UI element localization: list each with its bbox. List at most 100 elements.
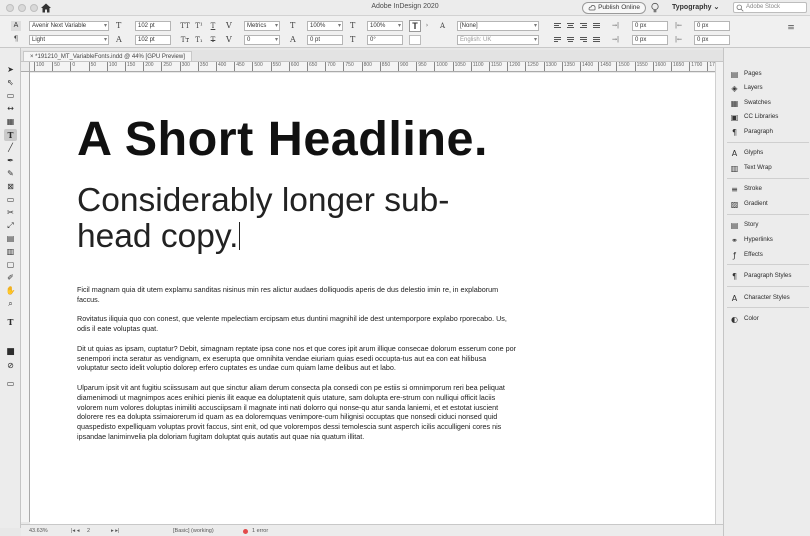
scissors-tool-icon[interactable]: ✂	[4, 207, 17, 219]
publish-online-button[interactable]: Publish Online	[582, 2, 646, 14]
free-transform-tool-icon[interactable]: ⤢	[4, 220, 17, 232]
paragraph-mode-button[interactable]: ¶	[11, 34, 21, 44]
error-count[interactable]: 1 error	[252, 528, 268, 534]
panel-item-stroke[interactable]: ≡ Stroke	[730, 183, 810, 195]
first-line-indent-value: 0 px	[635, 37, 647, 43]
ruler-tick: 150	[125, 62, 135, 71]
tracking-field[interactable]: 0 ▾	[244, 35, 280, 45]
page-tool-icon[interactable]: ▭	[4, 90, 17, 102]
panel-item-hyperlinks[interactable]: ⚭ Hyperlinks	[730, 234, 810, 246]
panel-item-color[interactable]: ◐ Color	[730, 313, 810, 325]
underline-button[interactable]: T	[208, 21, 218, 31]
zoom-tool-icon[interactable]: ⌕	[4, 298, 17, 310]
note-tool-icon[interactable]: ▢	[4, 259, 17, 271]
control-panel-menu-icon[interactable]: ≡	[786, 23, 796, 33]
gradient-swatch-tool-icon[interactable]: ▤	[4, 233, 17, 245]
align-center-icon[interactable]	[566, 22, 575, 31]
first-page-button[interactable]: |◂ ◂	[71, 528, 79, 534]
gap-tool-icon[interactable]: ↔	[4, 103, 17, 115]
pencil-tool-icon[interactable]: ✎	[4, 168, 17, 180]
zoom-level[interactable]: 43.63%	[29, 528, 48, 534]
screen-mode-icon[interactable]: ▭	[4, 378, 17, 390]
vertical-scrollbar[interactable]	[715, 62, 723, 524]
character-style-select[interactable]: [None] ▾	[457, 21, 539, 31]
align-left-icon[interactable]	[553, 22, 562, 31]
subhead-text[interactable]: Considerably longer sub-head copy.	[77, 183, 517, 255]
justify-all-icon[interactable]	[592, 36, 601, 45]
panel-item-layers[interactable]: ◈ Layers	[730, 82, 810, 94]
stroke-text-swatch[interactable]	[409, 35, 421, 45]
workspace-switcher[interactable]: Typography ⌄	[672, 3, 719, 11]
justify-center-icon[interactable]	[566, 36, 575, 45]
panel-item-cc-libraries[interactable]: ▣ CC Libraries	[730, 111, 810, 123]
ruler-tick: 1200	[507, 62, 520, 71]
panel-divider	[727, 286, 809, 287]
small-caps-button[interactable]: Tᴛ	[180, 35, 190, 45]
align-towards-spine-icon[interactable]	[592, 22, 601, 31]
page-number[interactable]: 2	[87, 528, 90, 534]
kerning-field[interactable]: Metrics ▾	[244, 21, 280, 31]
font-family-select[interactable]: Avenir Next Variable ▾	[29, 21, 109, 31]
panel-item-label: Story	[744, 221, 759, 228]
align-right-icon[interactable]	[579, 22, 588, 31]
rectangle-frame-tool-icon[interactable]: ⊠	[4, 181, 17, 193]
font-size-field[interactable]: 102 pt	[135, 21, 171, 31]
panel-item-gradient[interactable]: ▨ Gradient	[730, 198, 810, 210]
all-caps-button[interactable]: TT	[180, 21, 190, 31]
first-line-indent-field[interactable]: 0 px	[632, 35, 668, 45]
panel-item-text-wrap[interactable]: ▥ Text Wrap	[730, 162, 810, 174]
right-indent-field[interactable]: 0 px	[694, 21, 730, 31]
character-mode-button[interactable]: A	[11, 21, 21, 31]
gradient-feather-tool-icon[interactable]: ▥	[4, 246, 17, 258]
pen-tool-icon[interactable]: ✒	[4, 155, 17, 167]
panel-item-story[interactable]: ▤ Story	[730, 219, 810, 231]
panel-item-paragraph-styles[interactable]: ¶ Paragraph Styles	[730, 270, 810, 282]
superscript-button[interactable]: T¹	[194, 21, 204, 31]
left-indent-field[interactable]: 0 px	[632, 21, 668, 31]
line-tool-icon[interactable]: ╱	[4, 142, 17, 154]
panel-item-character-styles[interactable]: A Character Styles	[730, 292, 810, 304]
vertical-ruler[interactable]	[21, 72, 30, 522]
preflight-profile[interactable]: [Basic] (working)	[173, 528, 214, 534]
panel-item-glyphs[interactable]: A Glyphs	[730, 147, 810, 159]
leading-value: 102 pt	[138, 37, 155, 43]
document-tab[interactable]: × *191210_MT_VariableFonts.indd @ 44% [G…	[23, 51, 192, 61]
horizontal-scale-field[interactable]: 100% ▾	[367, 21, 403, 31]
skew-field[interactable]: 0°	[367, 35, 403, 45]
horizontal-ruler[interactable]: 100 50 0 50 100 150 200 250 300 350 400 450 500 550 60…	[30, 62, 715, 72]
panel-item-pages[interactable]: ▤ Pages	[730, 68, 810, 80]
hand-tool-icon[interactable]: ✋	[4, 285, 17, 297]
justify-left-icon[interactable]	[553, 36, 562, 45]
adobe-stock-search[interactable]: Adobe Stock	[733, 2, 807, 13]
body-text-frame[interactable]: Ficil magnam quia dit utem explamu sandi…	[77, 285, 517, 452]
chevron-right-icon[interactable]: ›	[422, 21, 432, 31]
justify-right-icon[interactable]	[579, 36, 588, 45]
type-tool-icon[interactable]: T	[4, 129, 17, 141]
panel-item-paragraph[interactable]: ¶ Paragraph	[730, 126, 810, 138]
rectangle-tool-icon[interactable]: ▭	[4, 194, 17, 206]
leading-field[interactable]: 102 pt	[135, 35, 171, 45]
language-select[interactable]: English: UK ▾	[457, 35, 539, 45]
fill-stroke-icon[interactable]: T	[4, 316, 17, 328]
horizontal-scale-value: 100%	[370, 23, 386, 29]
apply-none-icon[interactable]: ⊘	[4, 360, 17, 372]
ruler-origin[interactable]	[21, 62, 30, 72]
last-line-indent-field[interactable]: 0 px	[694, 35, 730, 45]
baseline-shift-field[interactable]: 0 pt	[307, 35, 343, 45]
content-collector-icon[interactable]: ▦	[4, 116, 17, 128]
font-style-select[interactable]: Light ▾	[29, 35, 109, 45]
subscript-button[interactable]: T₁	[194, 35, 204, 45]
selection-tool-icon[interactable]: ➤	[4, 64, 17, 76]
lightbulb-icon[interactable]	[650, 2, 660, 14]
fill-text-swatch[interactable]: T	[409, 20, 421, 32]
panel-item-effects[interactable]: ƒ Effects	[730, 249, 810, 261]
panel-item-swatches[interactable]: ▦ Swatches	[730, 97, 810, 109]
formatting-container-icon[interactable]: ■	[4, 346, 17, 358]
strikethrough-button[interactable]: T	[208, 35, 218, 45]
vertical-scale-field[interactable]: 100% ▾	[307, 21, 343, 31]
direct-selection-tool-icon[interactable]: ⇖	[4, 77, 17, 89]
eyedropper-tool-icon[interactable]: ✐	[4, 272, 17, 284]
headline-text[interactable]: A Short Headline.	[77, 111, 488, 167]
next-page-button[interactable]: ▸ ▸|	[111, 528, 119, 534]
character-style-value: [None]	[460, 23, 478, 29]
